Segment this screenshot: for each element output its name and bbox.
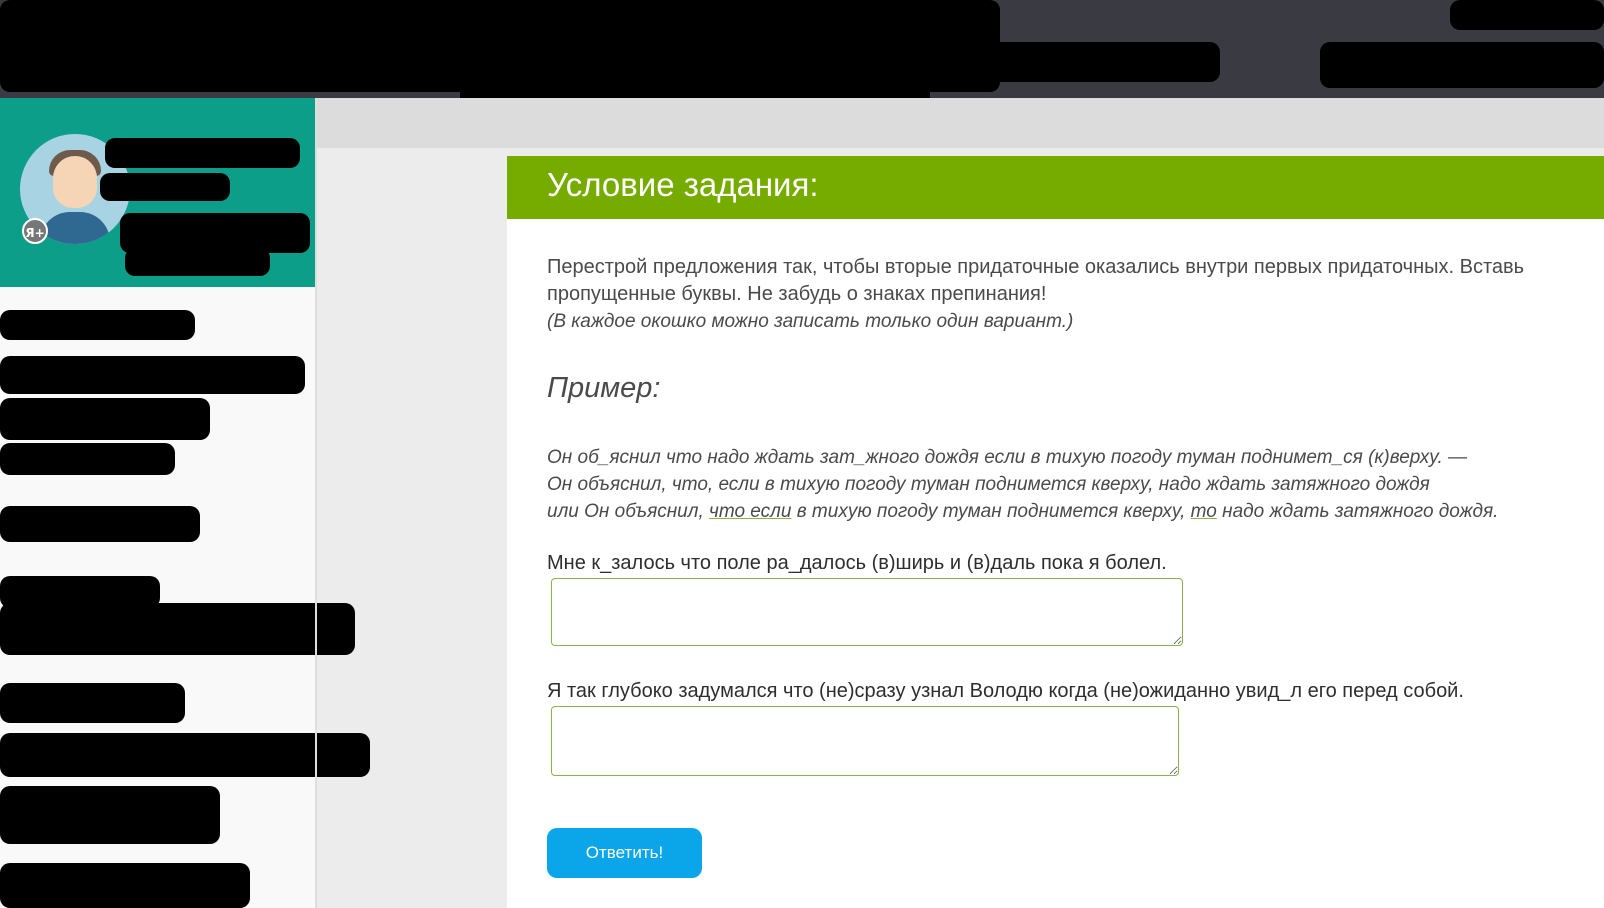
task-note: (В каждое окошко можно записать только о… xyxy=(547,311,1074,332)
example-heading: Пример: xyxy=(547,372,661,404)
redacted-area xyxy=(1450,0,1604,30)
question-text: Мне к_залось что поле ра_далось (в)ширь … xyxy=(547,552,1167,574)
redacted-area xyxy=(105,138,300,168)
underlined-conjunction: то xyxy=(1190,501,1217,522)
redacted-area xyxy=(0,398,210,440)
top-bar xyxy=(0,0,1604,138)
example-line: Он об_яснил что надо ждать зат_жного дож… xyxy=(547,447,1468,468)
profile-panel: Я+ xyxy=(0,98,315,287)
redacted-area xyxy=(1320,42,1604,88)
example-block: Он об_яснил что надо ждать зат_жного дож… xyxy=(547,444,1498,525)
redacted-area xyxy=(0,506,200,542)
example-text: надо ждать затяжного дождя. xyxy=(1216,501,1499,522)
answer-field[interactable] xyxy=(551,706,1179,776)
example-text: в тихую погоду туман поднимется кверху, xyxy=(791,501,1191,522)
redacted-area xyxy=(820,42,1220,82)
submit-button[interactable]: Ответить! xyxy=(547,828,702,878)
redacted-area xyxy=(0,683,185,723)
answer-field[interactable] xyxy=(551,578,1183,646)
task-title: Условие задания: xyxy=(547,166,819,203)
example-line: Он объяснил, что, если в тихую погоду ту… xyxy=(547,474,1430,495)
question-text: Я так глубоко задумался что (не)сразу уз… xyxy=(547,680,1464,702)
task-panel: Условие задания: Перестрой предложения т… xyxy=(507,156,1604,908)
task-header: Условие задания: xyxy=(507,156,1604,219)
user-badge-icon[interactable]: Я+ xyxy=(22,218,48,244)
sidebar-divider xyxy=(315,98,317,908)
content-top-bar xyxy=(310,98,1604,148)
task-instruction: Перестрой предложения так, чтобы вторые … xyxy=(547,256,1525,305)
redacted-area xyxy=(0,603,355,655)
redacted-area xyxy=(0,863,250,908)
redacted-area xyxy=(0,786,220,844)
redacted-area xyxy=(125,248,270,276)
redacted-area xyxy=(0,443,175,475)
task-content: Перестрой предложения так, чтобы вторые … xyxy=(547,254,1597,776)
redacted-area xyxy=(120,213,310,253)
example-text: или Он объяснил, xyxy=(547,501,710,522)
redacted-area xyxy=(0,356,305,394)
example-line: или Он объяснил, что если в тихую погоду… xyxy=(547,498,1498,525)
sidebar: Я+ xyxy=(0,98,370,908)
redacted-area xyxy=(0,310,195,340)
underlined-conjunction: что если xyxy=(709,501,792,522)
redacted-area xyxy=(100,173,230,201)
